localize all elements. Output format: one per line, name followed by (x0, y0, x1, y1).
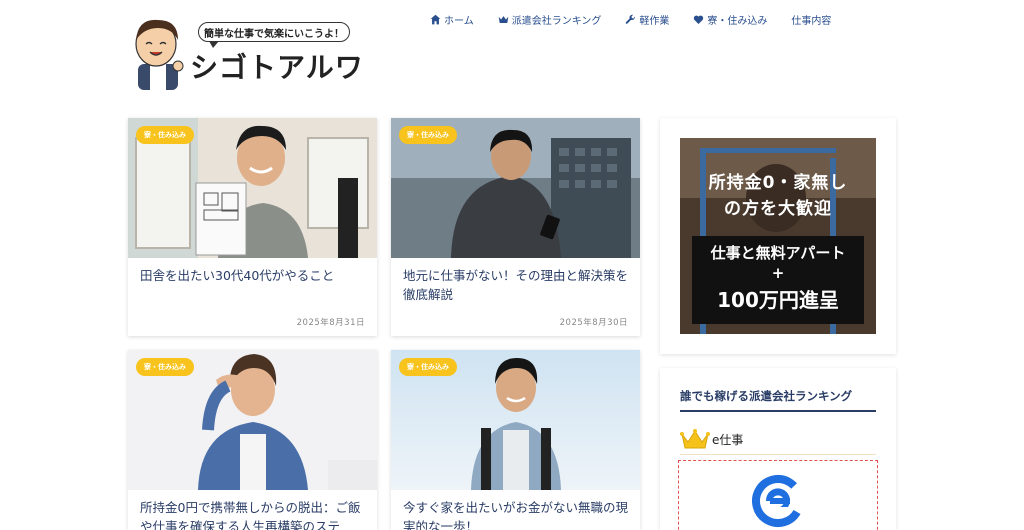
crown-icon (498, 16, 509, 23)
ad-banner[interactable]: 所持金0・家無し の方を大歓迎 仕事と無料アパート + 100万円進呈 (680, 138, 876, 334)
article-title[interactable]: 地元に仕事がない！その理由と解決策を徹底解説 (391, 258, 640, 304)
article-thumbnail: 寮・住み込み (391, 350, 640, 490)
main-nav: ホーム 派遣会社ランキング 軽作業 寮・住み込み 仕事内容 (430, 12, 831, 27)
category-badge[interactable]: 寮・住み込み (136, 126, 194, 144)
sidebar-ad-widget: 所持金0・家無し の方を大歓迎 仕事と無料アパート + 100万円進呈 (660, 118, 896, 354)
article-card[interactable]: 寮・住み込み 田舎を出たい30代40代がやること 2025年8月31日 (128, 118, 377, 336)
nav-home[interactable]: ホーム (430, 12, 474, 27)
ranking-first-logo-box[interactable] (678, 460, 878, 530)
article-date: 2025年8月30日 (559, 318, 628, 328)
heart-icon (694, 15, 704, 24)
article-date: 2025年8月31日 (296, 318, 365, 328)
nav-agency-ranking[interactable]: 派遣会社ランキング (498, 12, 602, 27)
divider (680, 454, 876, 455)
category-badge[interactable]: 寮・住み込み (399, 358, 457, 376)
e-shigoto-logo-icon (752, 475, 804, 527)
article-title[interactable]: 今すぐ家を出たいがお金がない無職の現実的な一歩！ (391, 490, 640, 530)
nav-home-label: ホーム (444, 16, 474, 27)
nav-light-work[interactable]: 軽作業 (625, 12, 669, 27)
ad-plus: + (771, 264, 785, 282)
nav-dormitory[interactable]: 寮・住み込み (693, 12, 767, 27)
article-thumbnail: 寮・住み込み (391, 118, 640, 258)
ad-headline-2: の方を大歓迎 (724, 199, 832, 219)
ad-headline-1: 所持金0・家無し (708, 173, 848, 193)
article-thumbnail: 寮・住み込み (128, 350, 377, 490)
category-badge[interactable]: 寮・住み込み (136, 358, 194, 376)
article-card[interactable]: 寮・住み込み 地元に仕事がない！その理由と解決策を徹底解説 2025年8月30日 (391, 118, 640, 336)
nav-light-work-label: 軽作業 (639, 16, 670, 27)
nav-job-content-label: 仕事内容 (791, 16, 832, 27)
site-logo[interactable]: 簡単な仕事で気楽にいこうよ！ シゴトアルワ (128, 14, 368, 90)
article-card[interactable]: 寮・住み込み 今すぐ家を出たいがお金がない無職の現実的な一歩！ (391, 350, 640, 530)
ranking-heading: 誰でも稼げる派遣会社ランキング (680, 388, 876, 412)
mascot-icon (135, 19, 184, 90)
category-badge[interactable]: 寮・住み込み (399, 126, 457, 144)
ad-offer-1: 仕事と無料アパート (710, 244, 846, 262)
crown-icon (680, 429, 710, 449)
article-title[interactable]: 田舎を出たい30代40代がやること (128, 258, 377, 285)
nav-job-content[interactable]: 仕事内容 (791, 12, 831, 27)
speech-bubble: 簡単な仕事で気楽にいこうよ！ (198, 22, 350, 48)
wrench-icon (626, 14, 636, 24)
nav-dormitory-label: 寮・住み込み (707, 16, 768, 27)
ad-offer-2: 100万円進呈 (717, 288, 839, 312)
article-title[interactable]: 所持金0円で携帯無しからの脱出：ご飯や仕事を確保する人生再構築のステ (128, 490, 377, 530)
home-icon (430, 14, 441, 25)
ranking-first-name: e仕事 (712, 433, 744, 447)
nav-agency-ranking-label: 派遣会社ランキング (511, 16, 602, 27)
ranking-first[interactable]: e仕事 (680, 428, 743, 450)
article-card[interactable]: 寮・住み込み 所持金0円で携帯無しからの脱出：ご飯や仕事を確保する人生再構築のス… (128, 350, 377, 530)
site-title[interactable]: シゴトアルワ (190, 46, 364, 86)
article-thumbnail: 寮・住み込み (128, 118, 377, 258)
sidebar-ranking-widget: 誰でも稼げる派遣会社ランキング e仕事 (660, 368, 896, 530)
